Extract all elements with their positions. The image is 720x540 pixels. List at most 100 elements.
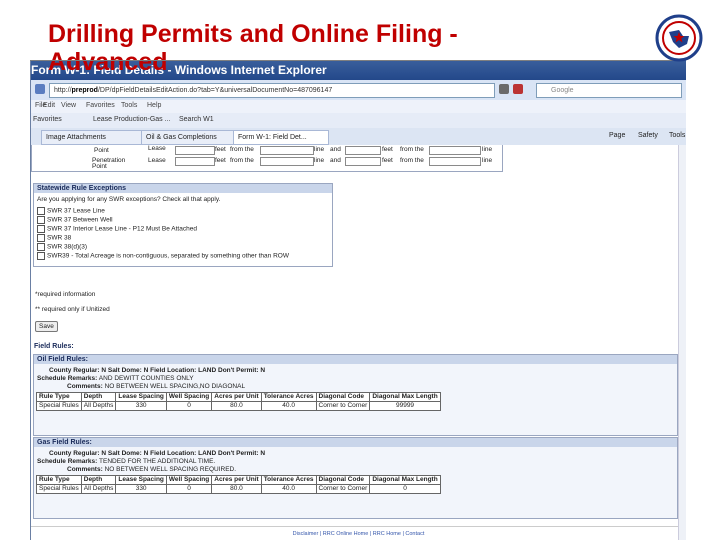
fav-search-w1[interactable]: Search W1 bbox=[179, 116, 214, 123]
distance-field[interactable] bbox=[175, 157, 215, 166]
gas-rules-section: Gas Field Rules: County Regular: N Salt … bbox=[33, 437, 678, 519]
feet-label: feet bbox=[382, 146, 393, 153]
safety-menu[interactable]: Safety bbox=[638, 132, 658, 139]
line-label: line bbox=[482, 157, 493, 164]
stop-icon[interactable] bbox=[513, 84, 523, 94]
search-input[interactable]: Google bbox=[536, 83, 682, 98]
gas-rules-flags: County Regular: N Salt Dome: N Field Loc… bbox=[49, 450, 266, 457]
col-rule-type: Rule Type bbox=[36, 475, 82, 485]
refresh-icon[interactable] bbox=[499, 84, 509, 94]
menu-help[interactable]: Help bbox=[147, 102, 161, 109]
line-field[interactable] bbox=[260, 157, 314, 166]
favorites-bar: Favorites Lease Production-Gas ... Searc… bbox=[31, 113, 686, 129]
oil-rules-header: Oil Field Rules: bbox=[34, 355, 677, 364]
gas-rules-header: Gas Field Rules: bbox=[34, 438, 677, 447]
swr-checkbox[interactable] bbox=[37, 225, 45, 233]
swr-checkbox[interactable] bbox=[37, 207, 45, 215]
swr-checkbox[interactable] bbox=[37, 234, 45, 242]
swr-question: Are you applying for any SWR exceptions?… bbox=[37, 196, 221, 203]
save-button[interactable]: Save bbox=[35, 321, 58, 332]
col-lease-spacing: Lease Spacing bbox=[115, 392, 167, 402]
oil-rules-table: Rule Type Depth Lease Spacing Well Spaci… bbox=[36, 392, 441, 411]
col-depth: Depth bbox=[80, 475, 117, 485]
unitized-note: ** required only if Unitized bbox=[35, 306, 110, 313]
menu-tools[interactable]: Tools bbox=[121, 102, 137, 109]
and-label: and bbox=[330, 146, 341, 153]
col-lease-spacing: Lease Spacing bbox=[115, 475, 167, 485]
tab-form-w1-field-details[interactable]: Form W-1: Field Det... bbox=[233, 130, 329, 145]
location-table: Point Penetration Point Lease Lease feet… bbox=[31, 145, 503, 172]
table-row: Special Rules All Depths 330 0 80.0 40.0… bbox=[36, 484, 441, 494]
col-diagonal-code: Diagonal Code bbox=[315, 475, 371, 485]
line-label: line bbox=[482, 146, 493, 153]
swr-checkbox[interactable] bbox=[37, 252, 45, 260]
gas-schedule-remarks: Schedule Remarks: TENDED FOR THE ADDITIO… bbox=[37, 458, 216, 465]
line-label: line bbox=[314, 157, 325, 164]
gas-comments: Comments: NO BETWEEN WELL SPACING REQUIR… bbox=[67, 466, 237, 473]
swr-option: SWR 37 Between Well bbox=[37, 216, 113, 224]
browser-window: Form W-1: Field Details - Windows Intern… bbox=[30, 60, 686, 540]
type-label: Lease bbox=[148, 157, 166, 164]
feet-label: feet bbox=[215, 157, 226, 164]
line-field[interactable] bbox=[429, 157, 481, 166]
slide-title: Drilling Permits and Online Filing - Adv… bbox=[48, 20, 458, 76]
address-bar: http://preprod/DP/dpFieldDetailsEditActi… bbox=[31, 80, 686, 101]
page-content: Point Penetration Point Lease Lease feet… bbox=[31, 145, 686, 540]
tab-image-attachments[interactable]: Image Attachments bbox=[41, 130, 142, 145]
and-label: and bbox=[330, 157, 341, 164]
from-the-label: from the bbox=[230, 146, 254, 153]
distance-field[interactable] bbox=[175, 146, 215, 155]
from-the-label: from the bbox=[400, 146, 424, 153]
slide-title-line2: Advanced bbox=[48, 48, 168, 76]
ie-logo-icon bbox=[35, 84, 45, 94]
page-menu[interactable]: Page bbox=[609, 132, 625, 139]
swr-option: SWR 38(d)(3) bbox=[37, 243, 87, 251]
col-tolerance-acres: Tolerance Acres bbox=[260, 475, 317, 485]
oil-rules-section: Oil Field Rules: County Regular: N Salt … bbox=[33, 354, 678, 436]
col-depth: Depth bbox=[80, 392, 117, 402]
field-rules-heading: Field Rules: bbox=[34, 343, 74, 350]
table-header-row: Rule Type Depth Lease Spacing Well Spaci… bbox=[36, 392, 441, 402]
table-row: Special Rules All Depths 330 0 80.0 40.0… bbox=[36, 401, 441, 411]
from-the-label: from the bbox=[400, 157, 424, 164]
url-input[interactable]: http://preprod/DP/dpFieldDetailsEditActi… bbox=[49, 83, 495, 98]
menu-favorites[interactable]: Favorites bbox=[86, 102, 115, 109]
swr-header: Statewide Rule Exceptions bbox=[34, 184, 332, 193]
oil-rules-flags: County Regular: N Salt Dome: N Field Loc… bbox=[49, 367, 266, 374]
type-label: Lease bbox=[148, 145, 166, 152]
from-the-label: from the bbox=[230, 157, 254, 164]
vertical-scrollbar[interactable] bbox=[678, 145, 686, 540]
menu-view[interactable]: View bbox=[61, 102, 76, 109]
line-field[interactable] bbox=[429, 146, 481, 155]
page-footer-links[interactable]: Disclaimer | RRC Online Home | RRC Home … bbox=[31, 526, 686, 540]
fav-lease-production[interactable]: Lease Production-Gas ... bbox=[93, 116, 170, 123]
table-header-row: Rule Type Depth Lease Spacing Well Spaci… bbox=[36, 475, 441, 485]
row-label: Point bbox=[94, 147, 109, 154]
col-diagonal-code: Diagonal Code bbox=[315, 392, 371, 402]
distance-field[interactable] bbox=[345, 157, 381, 166]
swr-checkbox[interactable] bbox=[37, 216, 45, 224]
col-rule-type: Rule Type bbox=[36, 392, 82, 402]
col-well-spacing: Well Spacing bbox=[165, 475, 213, 485]
col-diagonal-max-length: Diagonal Max Length bbox=[369, 475, 441, 485]
row-label: Penetration Point bbox=[92, 157, 126, 170]
oil-comments: Comments: NO BETWEEN WELL SPACING,NO DIA… bbox=[67, 383, 246, 390]
menu-bar: File Edit View Favorites Tools Help bbox=[31, 100, 686, 113]
slide-title-line1: Drilling Permits and Online Filing - bbox=[48, 20, 458, 48]
swr-checkbox[interactable] bbox=[37, 243, 45, 251]
title-divider bbox=[30, 60, 680, 61]
distance-field[interactable] bbox=[345, 146, 381, 155]
tools-menu[interactable]: Tools bbox=[669, 132, 685, 139]
tab-bar: Image Attachments Oil & Gas Completions … bbox=[31, 128, 686, 146]
favorites-button[interactable]: Favorites bbox=[33, 116, 62, 123]
col-tolerance-acres: Tolerance Acres bbox=[260, 392, 317, 402]
swr-option: SWR 37 Interior Lease Line - P12 Must Be… bbox=[37, 225, 197, 233]
line-field[interactable] bbox=[260, 146, 314, 155]
rrc-seal-icon bbox=[655, 14, 703, 62]
line-label: line bbox=[314, 146, 325, 153]
col-acres-per-unit: Acres per Unit bbox=[211, 392, 262, 402]
swr-section: Statewide Rule Exceptions Are you applyi… bbox=[33, 183, 333, 267]
col-diagonal-max-length: Diagonal Max Length bbox=[369, 392, 441, 402]
tab-oil-gas-completions[interactable]: Oil & Gas Completions bbox=[141, 130, 235, 145]
menu-edit[interactable]: Edit bbox=[43, 102, 55, 109]
